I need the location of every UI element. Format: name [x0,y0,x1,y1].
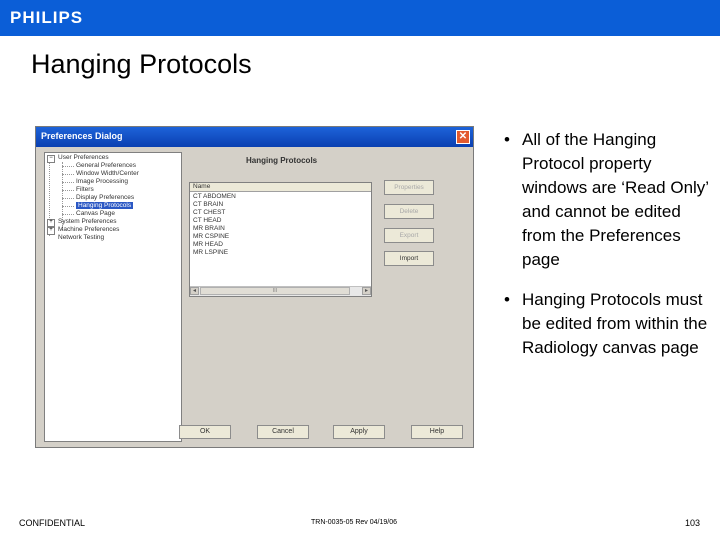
tree-item-system-preferences[interactable]: System Preferences [58,218,117,225]
page-number: 103 [685,518,701,528]
list-item[interactable]: MR BRAIN [193,225,225,232]
tree-item-hanging-protocols[interactable]: Hanging Protocols [76,202,134,209]
header-bar: PHILIPS [0,0,720,36]
list-item[interactable]: CT BRAIN [193,201,223,208]
dialog-title: Preferences Dialog [41,131,123,141]
tree-guide-line [62,182,74,183]
preferences-tree: − User Preferences General Preferences W… [44,152,182,442]
philips-logo: PHILIPS [10,8,84,27]
expand-icon[interactable]: + [47,219,55,227]
export-button[interactable]: Export [384,228,434,243]
bullet-dot: • [504,130,510,149]
ok-button[interactable]: OK [179,425,231,439]
help-button[interactable]: Help [411,425,463,439]
close-icon[interactable]: ✕ [456,130,470,144]
preferences-dialog: Preferences Dialog ✕ − User Preferences … [35,126,474,448]
dialog-titlebar: Preferences Dialog ✕ [36,127,473,147]
scroll-right-icon[interactable]: ▸ [362,287,371,295]
scroll-thumb[interactable]: III [200,287,350,295]
tree-item-canvas-page[interactable]: Canvas Page [76,210,115,217]
properties-button[interactable]: Properties [384,180,434,195]
tree-item-image-processing[interactable]: Image Processing [76,178,128,185]
bullet-dot: • [504,290,510,309]
bullet-item: • All of the Hanging Protocol property w… [504,128,714,272]
tree-item-window-width-center[interactable]: Window Width/Center [76,170,139,177]
tree-guide-line [62,206,74,207]
hanging-protocol-list: Name CT ABDOMEN CT BRAIN CT CHEST CT HEA… [189,182,372,297]
tree-guide-line [62,198,74,199]
list-item[interactable]: CT ABDOMEN [193,193,236,200]
tree-guide-line [62,190,74,191]
horizontal-scrollbar[interactable]: ◂ III ▸ [190,286,371,296]
list-item[interactable]: CT CHEST [193,209,225,216]
bullet-text: Hanging Protocols must be edited from wi… [522,290,708,357]
bullet-item: • Hanging Protocols must be edited from … [504,288,714,360]
bullet-list: • All of the Hanging Protocol property w… [504,128,714,376]
panel-title: Hanging Protocols [246,156,318,165]
tree-guide-line [62,166,74,167]
apply-button[interactable]: Apply [333,425,385,439]
footer-confidential: CONFIDENTIAL [19,518,86,528]
tree-guide-line [62,174,74,175]
list-item[interactable]: MR HEAD [193,241,223,248]
tree-item-network-testing[interactable]: Network Testing [58,234,104,241]
cancel-button[interactable]: Cancel [257,425,309,439]
collapse-icon[interactable]: − [47,155,55,163]
tree-item-machine-preferences[interactable]: Machine Preferences [58,226,119,233]
import-button[interactable]: Import [384,251,434,266]
tree-item-general-preferences[interactable]: General Preferences [76,162,136,169]
tree-item-user-preferences[interactable]: User Preferences [58,154,109,161]
tree-guide-line [62,214,74,215]
tree-item-filters[interactable]: Filters [76,186,94,193]
scroll-left-icon[interactable]: ◂ [190,287,199,295]
list-column-header[interactable]: Name [190,183,371,192]
list-item[interactable]: MR CSPINE [193,233,229,240]
list-item[interactable]: MR LSPINE [193,249,228,256]
slide-title: Hanging Protocols [31,49,252,79]
footer-doc-id: TRN-0035-05 Rev 04/19/06 [311,519,397,526]
bullet-text: All of the Hanging Protocol property win… [522,130,709,269]
expand-icon[interactable]: + [47,227,55,235]
list-item[interactable]: CT HEAD [193,217,221,224]
tree-item-display-preferences[interactable]: Display Preferences [76,194,134,201]
delete-button[interactable]: Delete [384,204,434,219]
